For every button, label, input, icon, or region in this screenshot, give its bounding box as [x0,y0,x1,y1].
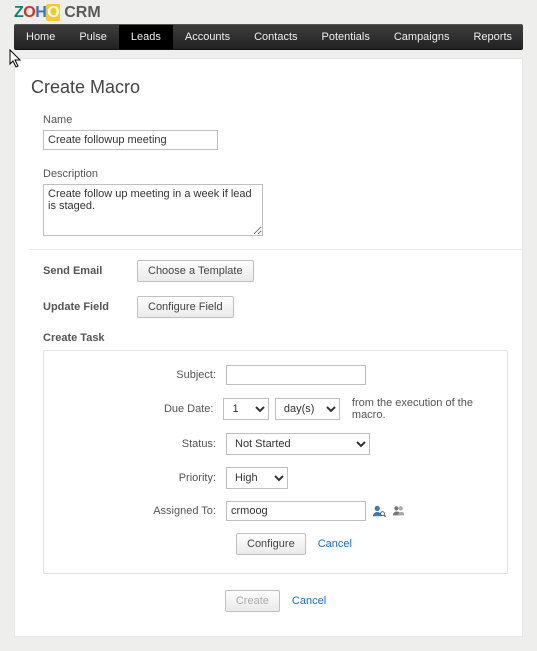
nav-reports[interactable]: Reports [461,25,524,49]
due-number-select[interactable]: 1 [223,398,268,420]
cancel-page-link[interactable]: Cancel [292,595,326,607]
app-header: ZOHO CRM [0,0,537,24]
due-unit-select[interactable]: day(s) [275,398,340,420]
status-select[interactable]: Not Started [226,433,370,455]
create-button[interactable]: Create [225,590,280,612]
nav-dashboards[interactable]: Dashboards [524,25,537,49]
label-update-field: Update Field [43,301,123,313]
nav-accounts[interactable]: Accounts [173,25,242,49]
create-task-section: Create Task [43,332,522,344]
main-nav: Home Pulse Leads Accounts Contacts Poten… [14,24,523,50]
due-hint-text: from the execution of the macro. [352,397,507,421]
send-email-section: Send Email Choose a Template [43,260,522,282]
label-send-email: Send Email [43,265,123,277]
configure-field-button[interactable]: Configure Field [137,296,234,318]
cursor-icon [9,49,23,69]
zoho-logo: ZOHO [14,4,60,22]
macro-name-input[interactable] [43,130,218,150]
choose-template-button[interactable]: Choose a Template [137,260,254,282]
label-priority: Priority: [44,472,226,484]
nav-campaigns[interactable]: Campaigns [382,25,462,49]
priority-select[interactable]: High [226,467,288,489]
app-name: CRM [64,4,100,22]
label-status: Status: [44,438,226,450]
nav-leads[interactable]: Leads [119,25,173,49]
label-subject: Subject: [44,369,226,381]
label-name: Name [43,114,522,126]
configure-task-button[interactable]: Configure [236,533,306,555]
update-field-section: Update Field Configure Field [43,296,522,318]
nav-pulse[interactable]: Pulse [67,25,119,49]
user-lookup-icon[interactable] [372,504,386,518]
label-create-task: Create Task [43,332,123,344]
nav-contacts[interactable]: Contacts [242,25,309,49]
group-lookup-icon[interactable] [392,504,406,518]
label-description: Description [43,168,522,180]
nav-home[interactable]: Home [14,25,67,49]
page-title: Create Macro [31,77,522,98]
label-assigned-to: Assigned To: [44,505,226,517]
task-form: Subject: Due Date: 1 day(s) from the exe… [43,350,508,574]
macro-description-input[interactable] [43,184,263,236]
assigned-to-input[interactable] [226,501,366,521]
nav-potentials[interactable]: Potentials [310,25,382,49]
page-body: Create Macro Name Description Send Email… [14,58,523,637]
page-actions: Create Cancel [29,590,522,612]
label-due-date: Due Date: [44,403,223,415]
subject-input[interactable] [226,365,366,385]
cancel-task-link[interactable]: Cancel [318,538,352,550]
macro-basic-form: Name Description [43,114,522,239]
